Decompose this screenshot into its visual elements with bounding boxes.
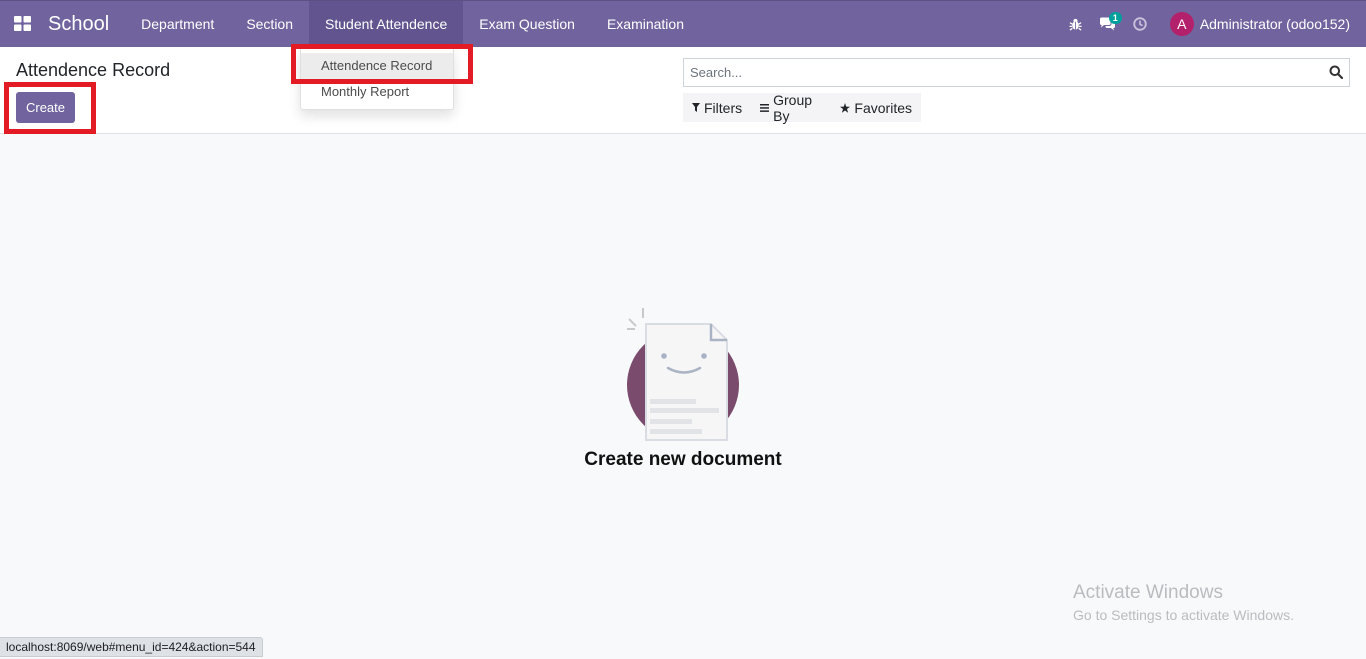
search-bar bbox=[683, 58, 1350, 87]
favorites-button[interactable]: Favorites bbox=[831, 100, 921, 116]
app-brand[interactable]: School bbox=[48, 13, 109, 36]
dropdown-item-monthly-report[interactable]: Monthly Report bbox=[301, 79, 453, 105]
menu-student-attendence[interactable]: Student Attendence bbox=[309, 1, 464, 47]
windows-activation-title: Activate Windows bbox=[1073, 582, 1223, 603]
user-name: Administrator (odoo152) bbox=[1199, 16, 1350, 32]
windows-activation-subtitle: Go to Settings to activate Windows. bbox=[1073, 607, 1294, 623]
search-input[interactable] bbox=[684, 59, 1314, 86]
empty-state-title: Create new document bbox=[584, 449, 782, 470]
apps-grid-icon[interactable] bbox=[0, 1, 46, 47]
search-options-bar: Filters Group By Favorites bbox=[683, 92, 921, 124]
avatar: A bbox=[1169, 12, 1194, 36]
star-icon bbox=[840, 102, 851, 113]
browser-status-url: localhost:8069/web#menu_id=424&action=54… bbox=[0, 637, 263, 657]
clock-icon[interactable] bbox=[1124, 1, 1156, 47]
bars-icon bbox=[760, 103, 770, 112]
menu-section[interactable]: Section bbox=[230, 1, 309, 47]
navbar-systray: 1 A Administrator (odoo152) bbox=[1060, 1, 1366, 47]
user-menu[interactable]: A Administrator (odoo152) bbox=[1169, 12, 1350, 36]
filter-icon bbox=[692, 103, 700, 112]
messages-badge: 1 bbox=[1108, 12, 1122, 24]
favorites-label: Favorites bbox=[854, 99, 912, 116]
filters-label: Filters bbox=[704, 99, 743, 116]
search-icon[interactable] bbox=[1329, 65, 1344, 84]
top-navbar: School Department Section Student Attend… bbox=[0, 0, 1366, 47]
menu-examination[interactable]: Examination bbox=[591, 1, 700, 47]
control-panel: Attendence Record Create Filters Group B… bbox=[0, 47, 1366, 134]
filters-button[interactable]: Filters bbox=[683, 100, 751, 116]
menu-department[interactable]: Department bbox=[125, 1, 230, 47]
bug-icon[interactable] bbox=[1060, 1, 1092, 47]
menu-exam-question[interactable]: Exam Question bbox=[463, 1, 591, 47]
page-title: Attendence Record bbox=[16, 60, 171, 80]
student-attendence-dropdown: Attendence Record Monthly Report bbox=[300, 47, 454, 110]
empty-document-illustration bbox=[620, 305, 750, 445]
create-button[interactable]: Create bbox=[16, 92, 75, 123]
chat-icon[interactable]: 1 bbox=[1092, 1, 1124, 47]
group-by-label: Group By bbox=[773, 91, 813, 124]
group-by-button[interactable]: Group By bbox=[751, 92, 831, 124]
dropdown-item-attendence-record[interactable]: Attendence Record bbox=[301, 53, 453, 79]
